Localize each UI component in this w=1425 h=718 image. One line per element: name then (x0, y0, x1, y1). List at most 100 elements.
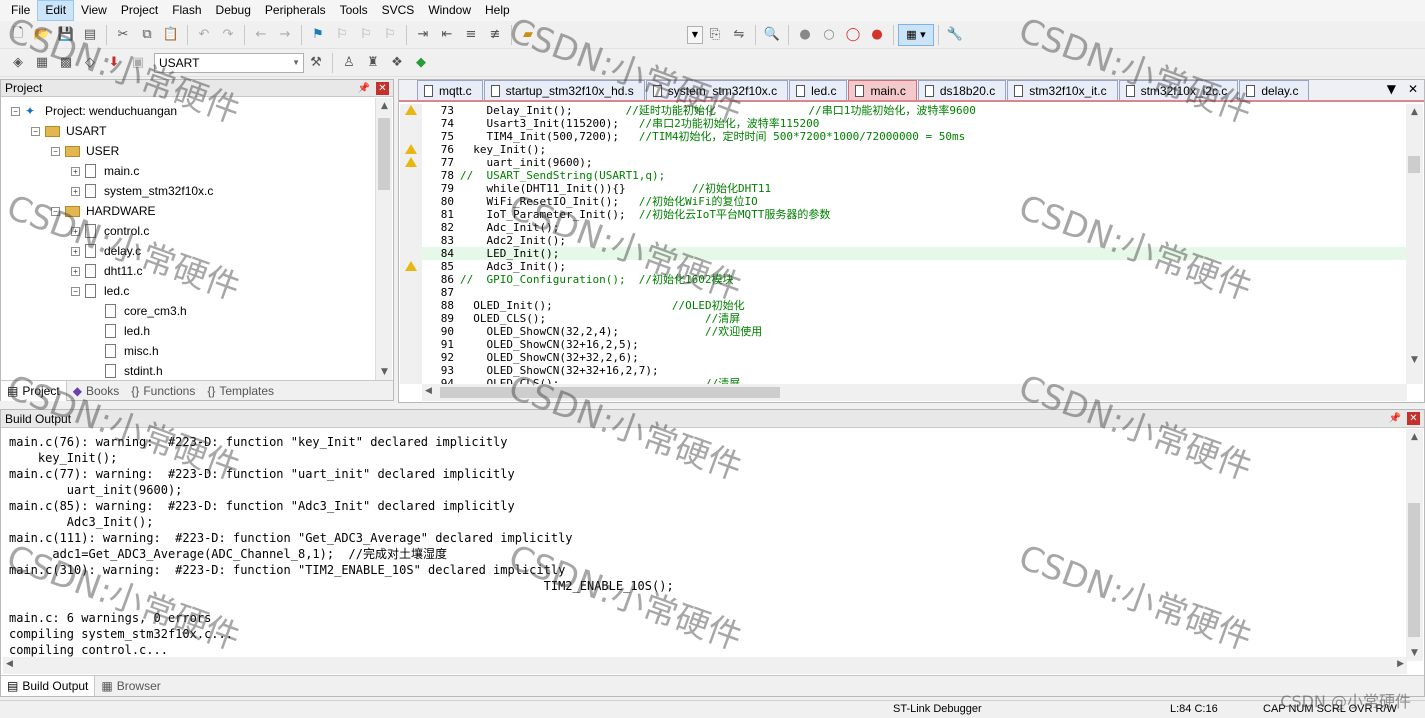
zoom-icon[interactable]: 🔍 (761, 24, 783, 46)
close-icon[interactable]: ✕ (1408, 82, 1418, 96)
uncomment-icon[interactable]: ≢ (484, 24, 506, 46)
code-line[interactable]: 90 OLED_ShowCN(32,2,4); //欢迎使用 (422, 325, 1407, 338)
code-line[interactable]: 88 OLED_Init(); //OLED初始化 (422, 299, 1407, 312)
tree-item[interactable]: stdint.h (1, 361, 375, 380)
expand-icon[interactable]: + (71, 266, 80, 276)
code-line[interactable]: 93 OLED_ShowCN(32+32+16,2,7); (422, 364, 1407, 377)
find-combo-dropdown[interactable]: ▼ (687, 25, 703, 44)
expand-icon[interactable]: + (71, 166, 80, 176)
warning-icon[interactable] (405, 144, 417, 154)
save-all-icon[interactable]: ▤ (79, 24, 101, 46)
tab-templates[interactable]: {} Templates (201, 381, 280, 401)
tree-item[interactable]: led.h (1, 321, 375, 341)
warning-icon[interactable] (405, 261, 417, 271)
clear-bookmarks-icon[interactable]: ⚐ (379, 24, 401, 46)
tab-functions[interactable]: {} Functions (125, 381, 201, 401)
manage-components-icon[interactable]: ♙ (338, 52, 360, 74)
warning-icon[interactable] (405, 105, 417, 115)
editor-tab[interactable]: stm32f10x_it.c (1007, 80, 1118, 100)
cut-icon[interactable]: ✂ (112, 24, 134, 46)
build-vertical-scrollbar[interactable]: ▲ ▼ (1406, 429, 1423, 661)
tab-project[interactable]: ▤ Project (1, 380, 67, 401)
menu-file[interactable]: File (4, 0, 37, 21)
code-line[interactable]: 76 key_Init(); (422, 143, 1407, 156)
menu-tools[interactable]: Tools (333, 0, 375, 21)
expand-icon[interactable]: + (71, 186, 80, 196)
menu-window[interactable]: Window (421, 0, 478, 21)
tree-item[interactable]: + dht11.c (1, 261, 375, 281)
nav-back-icon[interactable]: ← (250, 24, 272, 46)
editor-tab[interactable]: stm32f10x_i2c.c (1118, 80, 1239, 100)
scroll-up-icon[interactable]: ▲ (1406, 104, 1423, 120)
tree-item[interactable]: + main.c (1, 161, 375, 181)
run-time-env-icon[interactable]: ❖ (386, 52, 408, 74)
disable-breakpoints-icon[interactable]: ◯ (842, 24, 864, 46)
stop-build-icon[interactable]: ▣ (127, 52, 149, 74)
tree-item[interactable]: + system_stm32f10x.c (1, 181, 375, 201)
code-line[interactable]: 92 OLED_ShowCN(32+32,2,6); (422, 351, 1407, 364)
paste-icon[interactable]: 📋 (160, 24, 182, 46)
tab-list-icon[interactable]: ▼ (1387, 82, 1396, 96)
scroll-left-icon[interactable]: ◀ (6, 659, 13, 669)
editor-tab[interactable]: main.c (848, 80, 917, 100)
editor-vertical-scrollbar[interactable]: ▲ ▼ (1406, 104, 1423, 384)
code-line[interactable]: 87 (422, 286, 1407, 299)
code-line[interactable]: 86 // GPIO_Configuration(); //初始化1602模块 (422, 273, 1407, 286)
rebuild-icon[interactable]: ▩ (55, 52, 77, 74)
scroll-thumb[interactable] (1408, 156, 1420, 173)
scroll-thumb[interactable] (1408, 503, 1420, 637)
find-in-files-icon[interactable]: ▰ (517, 24, 539, 46)
scroll-up-icon[interactable]: ▲ (376, 98, 393, 114)
collapse-icon[interactable]: − (31, 126, 40, 136)
bookmark-icon[interactable]: ⚑ (307, 24, 329, 46)
code-line[interactable]: 79 while(DHT11_Init()){} //初始化DHT11 (422, 182, 1407, 195)
close-icon[interactable]: ✕ (1407, 412, 1420, 425)
menu-peripherals[interactable]: Peripherals (258, 0, 333, 21)
code-line[interactable]: 73 Delay_Init(); //延时功能初始化 //串口1功能初始化，波特… (422, 104, 1407, 117)
target-options-icon[interactable]: ⚒ (305, 52, 327, 74)
editor-horizontal-scrollbar[interactable]: ◀ (422, 384, 1407, 401)
collapse-icon[interactable]: − (51, 146, 60, 156)
file-extensions-icon[interactable]: ♜ (362, 52, 384, 74)
tab-books[interactable]: ◆ Books (67, 381, 126, 401)
batch-build-icon[interactable]: ◇ (79, 52, 101, 74)
menu-help[interactable]: Help (478, 0, 517, 21)
code-line[interactable]: 84 LED_Init(); (422, 247, 1407, 260)
code-line[interactable]: 85 Adc3_Init(); (422, 260, 1407, 273)
scroll-up-icon[interactable]: ▲ (1406, 429, 1423, 445)
tree-item[interactable]: − HARDWARE (1, 201, 375, 221)
open-folder-icon[interactable]: 📂 (31, 24, 53, 46)
menu-flash[interactable]: Flash (165, 0, 208, 21)
pin-icon[interactable]: 📌 (1389, 413, 1401, 424)
code-area[interactable]: 73 Delay_Init(); //延时功能初始化 //串口1功能初始化，波特… (422, 104, 1407, 384)
nav-forward-icon[interactable]: → (274, 24, 296, 46)
editor-tab[interactable]: mqtt.c (417, 80, 483, 100)
code-line[interactable]: 80 WiFi_ResetIO_Init(); //初始化WiFi的复位IO (422, 195, 1407, 208)
tree-item[interactable]: − led.c (1, 281, 375, 301)
expand-icon[interactable]: + (71, 226, 80, 236)
editor-tab[interactable]: system_stm32f10x.c (645, 80, 789, 100)
new-file-icon[interactable]: 🗋 (7, 24, 29, 46)
tree-item[interactable]: misc.h (1, 341, 375, 361)
copy-icon[interactable]: ⧉ (136, 24, 158, 46)
next-bookmark-icon[interactable]: ⚐ (355, 24, 377, 46)
collapse-icon[interactable]: − (71, 286, 80, 296)
scroll-down-icon[interactable]: ▼ (1406, 645, 1423, 661)
scroll-thumb[interactable] (440, 387, 780, 398)
save-icon[interactable]: 💾 (55, 24, 77, 46)
collapse-icon[interactable]: − (11, 106, 20, 116)
indent-icon[interactable]: ⇥ (412, 24, 434, 46)
code-line[interactable]: 91 OLED_ShowCN(32+16,2,5); (422, 338, 1407, 351)
scroll-right-icon[interactable]: ▶ (1397, 659, 1404, 669)
scroll-left-icon[interactable]: ◀ (425, 386, 432, 396)
code-line[interactable]: 83 Adc2_Init(); (422, 234, 1407, 247)
editor-tab[interactable]: delay.c (1239, 80, 1310, 100)
collapse-icon[interactable]: − (51, 206, 60, 216)
project-scrollbar[interactable]: ▲ ▼ (375, 98, 392, 380)
code-line[interactable]: 75 TIM4_Init(500,7200); //TIM4初始化，定时时间 5… (422, 130, 1407, 143)
menu-view[interactable]: View (74, 0, 114, 21)
code-line[interactable]: 77 uart_init(9600); (422, 156, 1407, 169)
undo-icon[interactable]: ↶ (193, 24, 215, 46)
warning-icon[interactable] (405, 157, 417, 167)
redo-icon[interactable]: ↷ (217, 24, 239, 46)
